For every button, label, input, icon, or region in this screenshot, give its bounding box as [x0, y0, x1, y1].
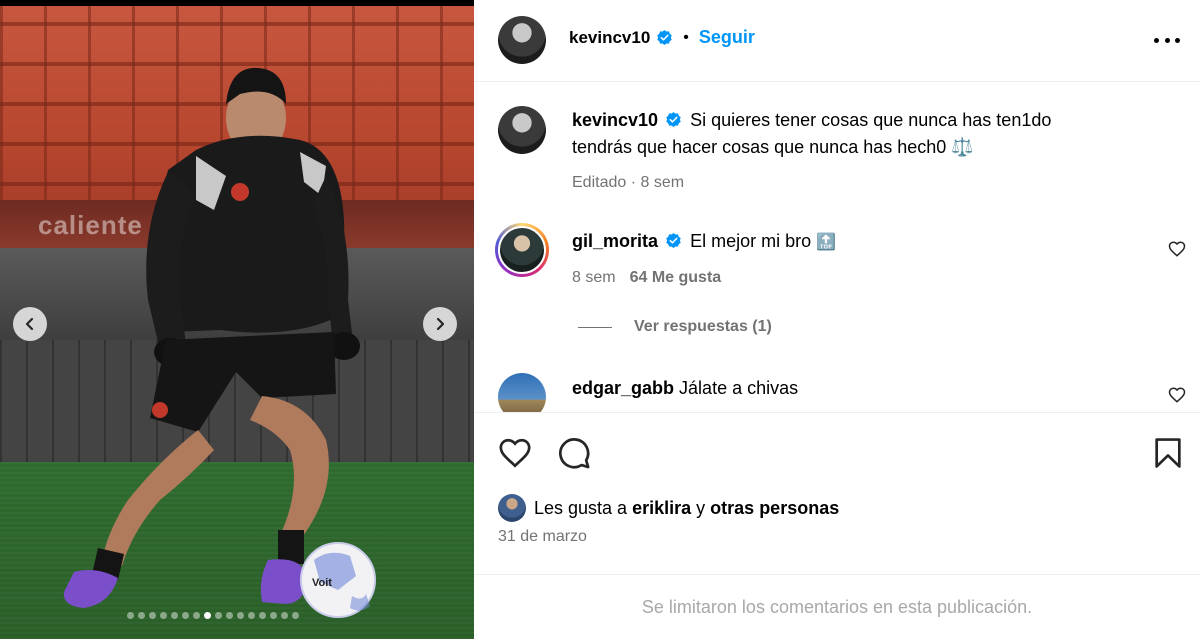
save-bookmark-icon[interactable] — [1151, 436, 1185, 470]
more-dot-icon — [1175, 37, 1180, 43]
carousel-dot — [138, 612, 145, 619]
carousel-indicator — [127, 612, 299, 619]
carousel-dot — [281, 612, 288, 619]
author-avatar[interactable] — [498, 16, 546, 64]
caption-text: kevincv10 Si quieres tener cosas que nun… — [572, 107, 1051, 161]
svg-text:Voit: Voit — [312, 577, 332, 589]
chevron-right-icon — [436, 317, 445, 331]
post-date[interactable]: 31 de marzo — [498, 528, 587, 546]
carousel-dot — [193, 612, 200, 619]
likes-others-link[interactable]: otras personas — [710, 498, 839, 518]
post-media[interactable]: caliente cuenta.mx — [0, 0, 474, 639]
carousel-dot — [270, 612, 277, 619]
comment-text: gil_morita El mejor mi bro 🔝 — [572, 228, 836, 256]
comment-body: Jálate a chivas — [679, 378, 799, 398]
action-bar — [474, 414, 1200, 474]
post-panel: kevincv10 • Seguir kevincv10 Si quieres … — [474, 0, 1200, 639]
carousel-dot — [204, 612, 211, 619]
caption-username[interactable]: kevincv10 — [572, 110, 658, 130]
comments-limited-notice: Se limitaron los comentarios en esta pub… — [474, 574, 1200, 639]
likes-prefix: Les gusta a — [534, 497, 628, 518]
caption-line-2: tendrás que hacer cosas que nunca has he… — [572, 137, 974, 157]
chevron-left-icon — [25, 317, 34, 331]
comment-bubble-icon[interactable] — [557, 436, 591, 470]
replies-line — [578, 326, 612, 328]
carousel-dot — [226, 612, 233, 619]
caption-line-1: Si quieres tener cosas que nunca has ten… — [690, 110, 1052, 130]
post-header: kevincv10 • Seguir — [474, 0, 1200, 82]
comment-meta: 8 sem 64 Me gusta — [572, 269, 721, 287]
more-dot-icon — [1164, 37, 1170, 43]
comment-text: edgar_gabb Jálate a chivas — [572, 375, 798, 402]
carousel-dot — [127, 612, 134, 619]
author-username[interactable]: kevincv10 — [569, 28, 650, 48]
commenter-photo — [498, 226, 546, 274]
next-slide-button[interactable] — [423, 307, 457, 341]
likes-summary: Les gusta a eriklira y otras personas — [498, 494, 839, 522]
more-dot-icon — [1154, 37, 1159, 43]
carousel-dot — [149, 612, 156, 619]
view-replies-button[interactable]: Ver respuestas (1) — [578, 318, 772, 336]
commenter-avatar[interactable] — [498, 373, 546, 412]
carousel-dot — [160, 612, 167, 619]
view-replies-label: Ver respuestas (1) — [634, 318, 772, 335]
like-comment-heart-icon[interactable] — [1168, 240, 1186, 258]
comment-time: 8 sem — [572, 269, 616, 286]
verified-badge-icon — [666, 233, 681, 248]
likes-connector: y — [696, 497, 706, 518]
comments-section[interactable]: kevincv10 Si quieres tener cosas que nun… — [474, 82, 1200, 413]
caption-edited-time: Editado · 8 sem — [572, 174, 685, 191]
comment-body: El mejor mi bro — [690, 231, 812, 251]
carousel-dot — [171, 612, 178, 619]
comment-likes[interactable]: 64 Me gusta — [630, 269, 722, 287]
liker-avatar[interactable] — [498, 494, 526, 522]
carousel-dot — [215, 612, 222, 619]
more-options-button[interactable] — [1154, 28, 1180, 52]
top-emoji-icon: 🔝 — [816, 234, 837, 251]
carousel-dot — [248, 612, 255, 619]
caption-meta: Editado · 8 sem — [572, 174, 684, 192]
caption-avatar[interactable] — [498, 106, 546, 154]
liker-username[interactable]: eriklira — [632, 498, 691, 518]
follow-button[interactable]: Seguir — [699, 27, 755, 48]
carousel-dot — [182, 612, 189, 619]
verified-badge-icon — [657, 30, 673, 45]
carousel-dot — [237, 612, 244, 619]
commenter-avatar[interactable] — [495, 223, 549, 277]
comment-username[interactable]: gil_morita — [572, 231, 658, 251]
comment-username[interactable]: edgar_gabb — [572, 378, 674, 398]
carousel-dot — [259, 612, 266, 619]
author-info: kevincv10 • Seguir — [569, 27, 755, 48]
verified-badge-icon — [666, 112, 681, 127]
carousel-dot — [292, 612, 299, 619]
like-heart-icon[interactable] — [498, 436, 532, 470]
like-comment-heart-icon[interactable] — [1168, 386, 1186, 404]
header-separator: • — [683, 28, 689, 46]
previous-slide-button[interactable] — [13, 307, 47, 341]
